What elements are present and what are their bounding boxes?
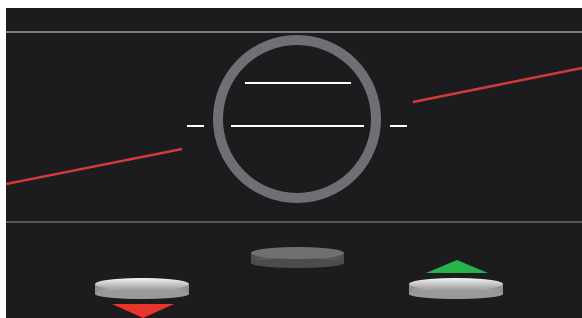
horizon-line-left [6, 147, 183, 186]
center-disc-button[interactable] [251, 247, 344, 268]
increase-disc-button[interactable] [409, 278, 503, 299]
triangle-up-icon[interactable] [426, 260, 488, 273]
triangle-down-icon[interactable] [112, 304, 174, 318]
decrease-disc-button[interactable] [95, 278, 189, 299]
attitude-display-panel [6, 8, 582, 318]
horizon-line-right [412, 66, 582, 104]
attitude-display-graphic [6, 31, 582, 318]
gauge-ring [213, 35, 381, 203]
